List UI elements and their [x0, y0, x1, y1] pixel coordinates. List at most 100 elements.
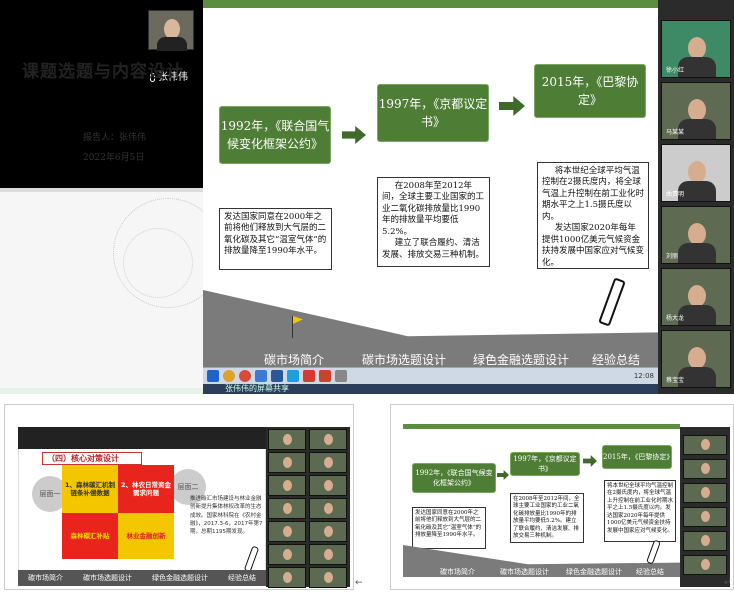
participant-thumb[interactable]	[683, 531, 727, 551]
participant-face	[283, 572, 292, 583]
participant-face	[701, 535, 710, 546]
participant-name: 马某某	[666, 129, 685, 136]
slide-top-strip	[203, 0, 658, 8]
participant-video-2[interactable]: 马某某	[661, 82, 731, 140]
timeline-text-1992-small: 发达国家同意在2000年之前将他们释放到大气层的二氧化碳及其它“温室气体”的排放…	[412, 507, 486, 549]
slide-nav-item-2[interactable]: 碳市场选题设计	[83, 573, 132, 583]
participant-thumb[interactable]	[309, 475, 347, 496]
taskbar-clock: 12:08	[633, 372, 654, 380]
participant-video-4[interactable]: 刘丽	[661, 206, 731, 264]
slide-nav-item-1[interactable]: 碳市场简介	[264, 351, 324, 368]
participant-face	[701, 463, 710, 474]
timeline-text-2015-small: 将本世纪全球平均气温控制在2摄氏度内，将全球气温上升控制在前工业化时期水平之上1…	[604, 480, 676, 542]
presenter-body	[157, 37, 187, 51]
windows-taskbar: 12:08	[203, 367, 658, 384]
participant-face	[283, 434, 292, 445]
participant-face	[283, 503, 292, 514]
participant-list: 徐小红 马某某 曲贵明 刘丽 杨大龙 蔡宝宝	[658, 0, 734, 394]
app-icon[interactable]	[335, 370, 347, 382]
title-slide-heading: 课题选题与内容设计	[22, 62, 184, 82]
slide-nav-item-4[interactable]: 经验总结	[636, 567, 664, 577]
title-slide-date: 2022年6月5日	[83, 153, 145, 163]
text-cursor-mark: ←	[355, 578, 363, 588]
participant-face	[701, 559, 710, 570]
timeline-box-2015-small: 2015年，《巴黎协定》	[602, 445, 673, 469]
participant-face	[688, 99, 706, 121]
participant-thumb[interactable]	[683, 507, 727, 527]
browser-icon[interactable]	[255, 370, 267, 382]
timeline-box-1997-small: 1997年，《京都议定书》	[510, 452, 580, 476]
participant-face	[688, 37, 706, 59]
participant-video-1[interactable]: 徐小红	[661, 20, 731, 78]
participant-face	[324, 434, 333, 445]
participant-face	[324, 480, 333, 491]
timeline-box-1992-small: 1992年，《联合国气候变化框架公约》	[412, 463, 496, 493]
slide-nav-item-1[interactable]: 碳市场简介	[440, 567, 475, 577]
participant-thumb[interactable]	[309, 544, 347, 565]
slide-nav-item-3[interactable]: 绿色金融选题设计	[566, 567, 622, 577]
participant-thumb[interactable]	[683, 459, 727, 479]
wps-icon[interactable]	[303, 370, 315, 382]
participant-face	[283, 457, 292, 468]
participant-face	[324, 457, 333, 468]
participant-face	[283, 480, 292, 491]
bottom-left-participant-grid	[266, 427, 350, 588]
meeting-icon[interactable]	[287, 370, 299, 382]
participant-video-5[interactable]: 杨大龙	[661, 268, 731, 326]
slide-nav-item-4[interactable]: 经验总结	[228, 573, 256, 583]
bottom-left-slide-nav: 碳市场简介 碳市场选题设计 绿色金融选题设计 经验总结	[18, 570, 266, 586]
bottom-right-participant-list	[680, 427, 730, 587]
participant-face	[701, 439, 710, 450]
slide-top-strip-small	[403, 424, 680, 429]
participant-body	[678, 243, 716, 263]
participant-face	[701, 487, 710, 498]
participant-thumb[interactable]	[309, 452, 347, 473]
timeline-box-1992: 1992年，《联合国气候变化框架公约》	[219, 106, 331, 164]
participant-thumb[interactable]	[683, 435, 727, 455]
chrome-icon[interactable]	[239, 370, 251, 382]
title-slide-bar	[0, 188, 203, 192]
participant-face	[324, 572, 333, 583]
slide-nav-item-2[interactable]: 碳市场选题设计	[500, 567, 549, 577]
participant-thumb[interactable]	[268, 544, 306, 565]
participant-thumb[interactable]	[309, 429, 347, 450]
slide-nav-item-2[interactable]: 碳市场选题设计	[362, 351, 446, 368]
participant-face	[688, 285, 706, 307]
timeline-box-2015: 2015年，《巴黎协定》	[534, 64, 646, 118]
slide-nav-item-1[interactable]: 碳市场简介	[28, 573, 63, 583]
participant-face	[283, 526, 292, 537]
participant-thumb[interactable]	[268, 567, 306, 588]
participant-video-3[interactable]: 曲贵明	[661, 144, 731, 202]
timeline-text-2015-a: 将本世纪全球平均气温控制在2摄氏度内，将全球气温上升控制在前工业化时期水平之上1…	[542, 166, 645, 222]
participant-thumb[interactable]	[268, 521, 306, 542]
participant-video-6[interactable]: 蔡宝宝	[661, 330, 731, 388]
slide-nav-item-3[interactable]: 绿色金融选题设计	[152, 573, 208, 583]
participant-thumb[interactable]	[309, 498, 347, 519]
participant-thumb[interactable]	[309, 567, 347, 588]
participant-thumb[interactable]	[683, 555, 727, 575]
word-icon[interactable]	[271, 370, 283, 382]
title-slide-reporter: 报告人：张伟伟	[83, 133, 147, 143]
participant-thumb[interactable]	[268, 452, 306, 473]
slide-nav-item-4[interactable]: 经验总结	[592, 351, 640, 368]
start-icon[interactable]	[207, 370, 219, 382]
participant-face	[688, 347, 706, 369]
participant-name: 杨大龙	[666, 315, 685, 322]
timeline-text-2015: 将本世纪全球平均气温控制在2摄氏度内，将全球气温上升控制在前工业化时期水平之上1…	[537, 162, 649, 269]
participant-thumb[interactable]	[309, 521, 347, 542]
section-heading: （四）核心对策设计	[42, 452, 142, 465]
powerpoint-icon[interactable]	[319, 370, 331, 382]
participant-thumb[interactable]	[268, 475, 306, 496]
participant-name: 曲贵明	[666, 191, 685, 198]
participant-thumb[interactable]	[268, 429, 306, 450]
quadrant-cell-3: 森林碳汇补贴	[62, 513, 118, 559]
participant-face	[701, 511, 710, 522]
timeline-text-1997-b: 建立了联合履约、清洁发展、排放交易三种机制。	[382, 238, 485, 260]
slide-nav-item-3[interactable]: 绿色金融选题设计	[473, 351, 569, 368]
network-decoration-inner	[123, 228, 193, 298]
presenter-video[interactable]	[148, 10, 194, 51]
participant-face	[283, 549, 292, 560]
participant-thumb[interactable]	[683, 483, 727, 503]
participant-thumb[interactable]	[268, 498, 306, 519]
explorer-icon[interactable]	[223, 370, 235, 382]
